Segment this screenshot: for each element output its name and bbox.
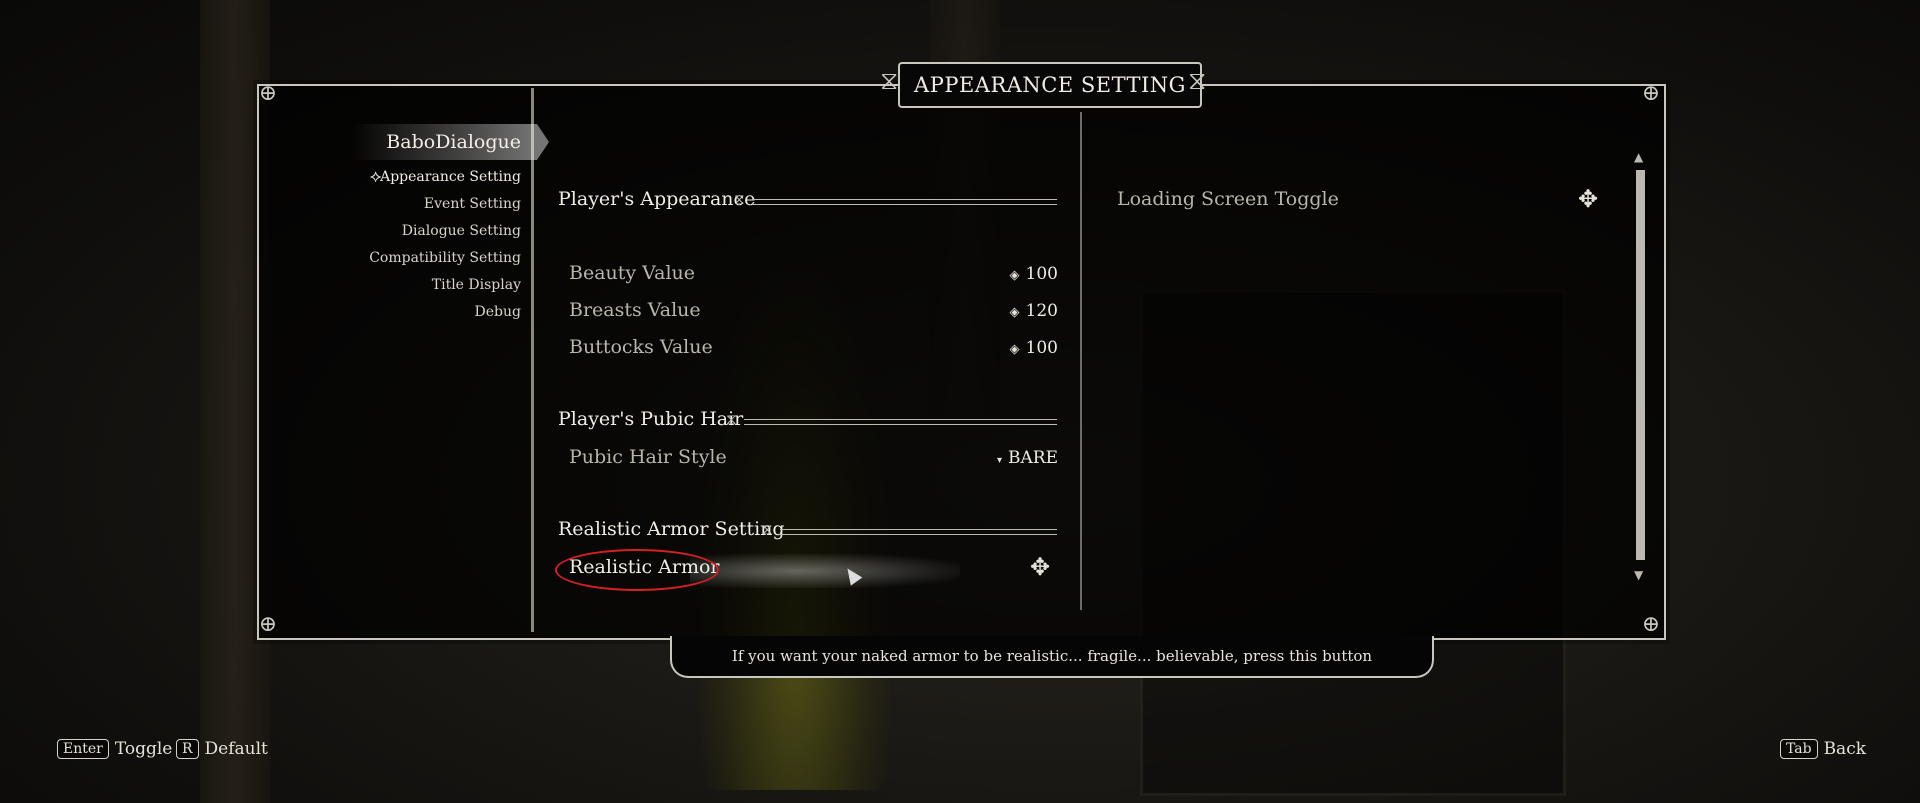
enter-key: Enter	[57, 739, 109, 759]
realistic-armor-toggle-icon[interactable]: ✥	[1030, 553, 1050, 581]
section-header-realistic-armor-setting: Realistic Armor Setting	[558, 518, 785, 540]
sidebar-item-debug[interactable]: Debug	[340, 299, 521, 326]
pubic-hair-style-label[interactable]: Pubic Hair Style	[569, 446, 727, 468]
toggle-hint-label: Toggle	[114, 739, 173, 759]
header-divider-line	[780, 529, 1057, 535]
section-header-label: Player's Appearance	[558, 188, 756, 210]
sidebar-item-compatibility-setting[interactable]: Compatibility Setting	[340, 245, 521, 272]
sidebar-item-dialogue-setting[interactable]: Dialogue Setting	[340, 218, 521, 245]
header-knot-icon: ⧖	[762, 520, 773, 538]
breasts-value-label[interactable]: Breasts Value	[569, 299, 701, 321]
buttocks-value-number: 100	[1025, 338, 1058, 358]
default-hint-label: Default	[204, 739, 268, 759]
loading-screen-toggle-icon[interactable]: ✥	[1578, 185, 1598, 213]
beauty-value-number: 100	[1025, 264, 1058, 284]
breasts-value-slider[interactable]: ◈ 120	[1010, 301, 1058, 321]
scroll-up-arrow-icon[interactable]: ▲	[1634, 150, 1643, 164]
corner-ornament-tr: ⊕	[1641, 81, 1661, 106]
buttocks-value-slider[interactable]: ◈ 100	[1010, 338, 1058, 358]
section-header-label: Realistic Armor Setting	[558, 518, 785, 540]
section-header-players-appearance: Player's Appearance	[558, 188, 755, 210]
r-key: R	[176, 739, 199, 759]
scrollbar-thumb[interactable]	[1636, 170, 1645, 560]
sidebar-item-event-setting[interactable]: Event Setting	[340, 191, 521, 218]
title-knot-left-icon: ⧖	[880, 66, 899, 96]
red-annotation-circle	[555, 549, 719, 591]
breasts-value-number: 120	[1025, 301, 1058, 321]
active-page-knot-icon: ⟡	[370, 167, 382, 187]
sidebar-item-label: Title Display	[431, 277, 521, 293]
sidebar-divider	[531, 88, 534, 632]
corner-ornament-tl: ⊕	[258, 81, 278, 106]
sidebar-item-label: Dialogue Setting	[401, 223, 521, 239]
dropdown-dot-icon: ▾	[996, 455, 1003, 466]
tab-key: Tab	[1780, 739, 1818, 759]
info-description: If you want your naked armor to be reali…	[670, 636, 1434, 678]
corner-ornament-br: ⊕	[1641, 612, 1661, 637]
header-knot-icon: ⧖	[734, 190, 745, 208]
sidebar-menu: ⟡ Appearance Setting Event Setting Dialo…	[340, 164, 521, 326]
mod-name-tab[interactable]: BaboDialogue	[352, 124, 549, 160]
sidebar-item-label: Appearance Setting	[380, 169, 521, 185]
loading-screen-toggle-label[interactable]: Loading Screen Toggle	[1117, 188, 1339, 210]
toggle-hint[interactable]: Enter Toggle	[57, 739, 172, 759]
sidebar-item-label: Event Setting	[423, 196, 521, 212]
page-title: APPEARANCE SETTING	[898, 62, 1202, 108]
sidebar-item-label: Debug	[474, 304, 521, 320]
column-divider	[1080, 112, 1082, 610]
diamond-icon: ◈	[1009, 268, 1020, 283]
pubic-hair-style-dropdown[interactable]: ▾ BARE	[997, 448, 1058, 468]
diamond-icon: ◈	[1009, 342, 1020, 357]
section-header-label: Player's Pubic Hair	[558, 408, 744, 430]
back-hint-label: Back	[1823, 739, 1867, 759]
beauty-value-label[interactable]: Beauty Value	[569, 262, 695, 284]
pubic-hair-style-value: BARE	[1008, 448, 1058, 468]
default-hint[interactable]: R Default	[176, 739, 268, 759]
sidebar-item-title-display[interactable]: Title Display	[340, 272, 521, 299]
diamond-icon: ◈	[1009, 305, 1020, 320]
header-knot-icon: ⧖	[726, 410, 737, 428]
beauty-value-slider[interactable]: ◈ 100	[1010, 264, 1058, 284]
header-divider-line	[744, 419, 1057, 425]
header-divider-line	[752, 199, 1057, 205]
scroll-down-arrow-icon[interactable]: ▼	[1634, 568, 1643, 582]
back-hint[interactable]: Tab Back	[1780, 739, 1866, 759]
sidebar-item-label: Compatibility Setting	[369, 250, 521, 266]
selection-glow	[690, 554, 960, 588]
corner-ornament-bl: ⊕	[258, 612, 278, 637]
section-header-players-pubic-hair: Player's Pubic Hair	[558, 408, 743, 430]
sidebar-item-appearance-setting[interactable]: ⟡ Appearance Setting	[340, 164, 521, 191]
title-knot-right-icon: ⧖	[1188, 66, 1207, 96]
buttocks-value-label[interactable]: Buttocks Value	[569, 336, 713, 358]
